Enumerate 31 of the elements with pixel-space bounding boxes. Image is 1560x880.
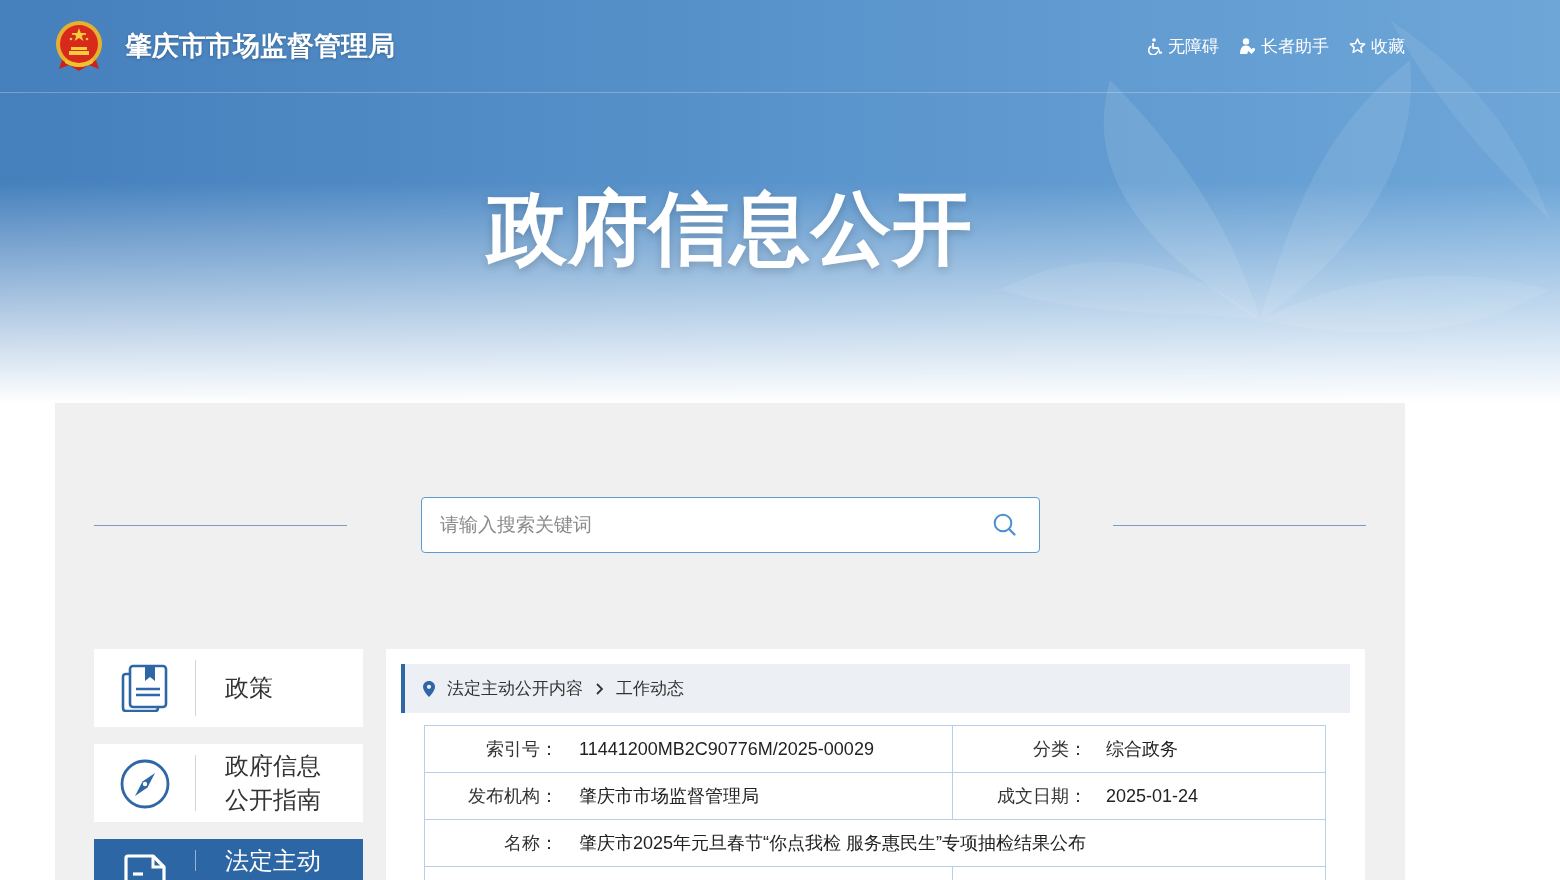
policy-item[interactable]: 政策 — [94, 649, 363, 727]
public-content-item[interactable]: 法定主动 — [94, 839, 363, 880]
breadcrumb-link[interactable]: 工作动态 — [616, 680, 684, 697]
emblem-icon — [55, 19, 103, 73]
field-value: 综合政务 — [1106, 737, 1178, 761]
breadcrumb-link[interactable]: 法定主动公开内容 — [447, 680, 583, 697]
wheelchair-icon — [1148, 37, 1163, 55]
chevron-right-icon — [596, 682, 603, 695]
star-icon — [1349, 38, 1366, 54]
field-value: 肇庆市2025年元旦春节“你点我检 服务惠民生”专项抽检结果公布 — [579, 831, 1087, 855]
field-value: 2025-01-24 — [1106, 784, 1199, 808]
search-field[interactable]: 请输入搜索关键词 — [420, 497, 1040, 553]
item-label: 法定主动 — [225, 845, 322, 876]
document-icon — [122, 854, 167, 880]
person-heart-icon — [1239, 38, 1256, 54]
guide-item[interactable]: 政府信息公开指南 — [94, 744, 363, 822]
field-label: 成文日期： — [996, 784, 1087, 808]
item-label: 政策 — [225, 673, 274, 703]
field-value: 肇庆市市场监督管理局 — [579, 784, 759, 808]
location-pin-icon — [423, 680, 435, 697]
search-icon — [992, 513, 1016, 536]
item-label: 政府信息公开指南 — [225, 751, 322, 815]
field-label: 索引号： — [485, 737, 558, 761]
search-button[interactable] — [992, 513, 1016, 536]
field-label: 分类： — [1032, 737, 1087, 761]
field-value: 11441200MB2C90776M/2025-00029 — [579, 737, 874, 761]
book-icon — [120, 664, 169, 712]
compass-icon — [119, 759, 170, 809]
field-label: 发布机构： — [467, 784, 558, 808]
site-title: 肇庆市市场监督管理局 — [125, 32, 395, 60]
field-label: 名称： — [503, 831, 558, 855]
